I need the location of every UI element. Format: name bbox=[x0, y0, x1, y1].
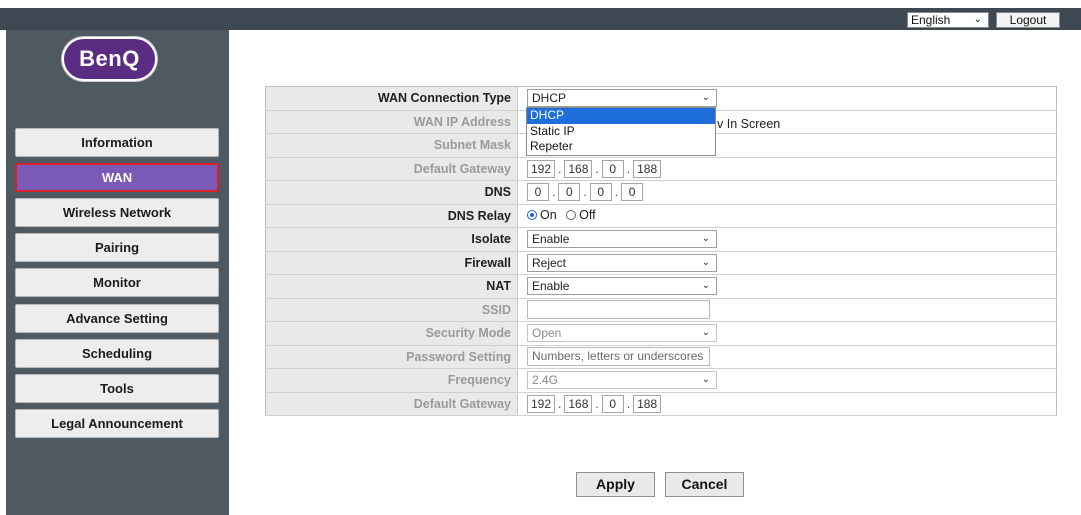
sidebar-item-scheduling[interactable]: Scheduling bbox=[15, 339, 219, 368]
label-frequency: Frequency bbox=[265, 368, 518, 393]
dns-octet-2[interactable]: 0 bbox=[558, 183, 581, 202]
logout-button[interactable]: Logout bbox=[996, 12, 1060, 28]
label-default-gateway: Default Gateway bbox=[265, 157, 518, 181]
sidebar-item-wan[interactable]: WAN bbox=[15, 163, 219, 192]
row-firewall: Firewall Reject ⌄ bbox=[265, 251, 1057, 275]
language-value: English bbox=[911, 13, 951, 27]
nat-select[interactable]: Enable ⌄ bbox=[527, 277, 717, 296]
sidebar-item-information[interactable]: Information bbox=[15, 128, 219, 157]
dns-relay-on-radio[interactable]: On bbox=[527, 208, 557, 222]
dns-octet-4[interactable]: 0 bbox=[621, 183, 644, 202]
sidebar-item-legal-announcement[interactable]: Legal Announcement bbox=[15, 409, 219, 438]
row-frequency: Frequency 2.4G ⌄ bbox=[265, 368, 1057, 393]
wan-connection-type-dropdown[interactable]: DHCP Static IP Repeter bbox=[526, 107, 716, 156]
radio-unchecked-icon bbox=[566, 210, 577, 221]
row-security-mode: Security Mode Open ⌄ bbox=[265, 321, 1057, 346]
gateway2-octet-3[interactable]: 0 bbox=[601, 394, 624, 413]
row-default-gateway-2: Default Gateway 192. 168. 0. 188 bbox=[265, 392, 1057, 416]
wan-connection-type-select[interactable]: DHCP ⌄ bbox=[527, 89, 717, 108]
row-ssid: SSID bbox=[265, 298, 1057, 322]
gateway2-octet-1[interactable]: 192 bbox=[527, 394, 556, 413]
label-nat: NAT bbox=[265, 274, 518, 299]
wan-ip-status-text: v In Screen bbox=[717, 117, 781, 131]
row-password-setting: Password Setting Numbers, letters or und… bbox=[265, 345, 1057, 369]
label-dns-relay: DNS Relay bbox=[265, 204, 518, 228]
sidebar-item-pairing[interactable]: Pairing bbox=[15, 233, 219, 262]
row-isolate: Isolate Enable ⌄ bbox=[265, 227, 1057, 252]
label-default-gateway-2: Default Gateway bbox=[265, 392, 518, 416]
dropdown-option-repeter[interactable]: Repeter bbox=[527, 139, 715, 155]
label-password-setting: Password Setting bbox=[265, 345, 518, 369]
language-select[interactable]: English ⌄ bbox=[907, 12, 989, 28]
label-wan-connection-type: WAN Connection Type bbox=[265, 86, 518, 111]
isolate-select[interactable]: Enable ⌄ bbox=[527, 230, 717, 249]
gateway2-octet-2[interactable]: 168 bbox=[564, 394, 593, 413]
cancel-button[interactable]: Cancel bbox=[665, 472, 744, 497]
label-subnet-mask: Subnet Mask bbox=[265, 133, 518, 158]
password-input[interactable]: Numbers, letters or underscores bbox=[527, 347, 710, 367]
chevron-down-icon: ⌄ bbox=[973, 14, 982, 25]
default-gateway-input[interactable]: 192. 168. 0. 188 bbox=[527, 159, 662, 178]
sidebar-item-tools[interactable]: Tools bbox=[15, 374, 219, 403]
row-nat: NAT Enable ⌄ bbox=[265, 274, 1057, 299]
ssid-input[interactable] bbox=[527, 300, 710, 320]
gateway-octet-2[interactable]: 168 bbox=[564, 159, 593, 178]
dns-octet-1[interactable]: 0 bbox=[527, 183, 549, 202]
benq-logo: BenQ bbox=[62, 37, 157, 81]
dns-input[interactable]: 0. 0. 0. 0 bbox=[527, 183, 644, 202]
dns-relay-off-radio[interactable]: Off bbox=[566, 208, 596, 222]
dropdown-option-dhcp[interactable]: DHCP bbox=[527, 108, 715, 124]
chevron-down-icon: ⌄ bbox=[701, 374, 710, 386]
sidebar-item-advance-setting[interactable]: Advance Setting bbox=[15, 304, 219, 333]
gateway-octet-4[interactable]: 188 bbox=[633, 159, 662, 178]
frequency-select[interactable]: 2.4G ⌄ bbox=[527, 371, 717, 390]
gateway2-octet-4[interactable]: 188 bbox=[633, 394, 662, 413]
radio-checked-icon bbox=[527, 210, 537, 221]
dropdown-option-static-ip[interactable]: Static IP bbox=[527, 124, 715, 140]
firewall-select[interactable]: Reject ⌄ bbox=[527, 253, 717, 272]
default-gateway-2-input[interactable]: 192. 168. 0. 188 bbox=[527, 394, 662, 413]
chevron-down-icon: ⌄ bbox=[701, 327, 710, 339]
wan-connection-type-value: DHCP bbox=[532, 91, 567, 106]
security-mode-select[interactable]: Open ⌄ bbox=[527, 324, 717, 343]
chevron-down-icon: ⌄ bbox=[701, 256, 710, 268]
chevron-down-icon: ⌄ bbox=[701, 280, 710, 292]
gateway-octet-1[interactable]: 192 bbox=[527, 159, 556, 178]
label-security-mode: Security Mode bbox=[265, 321, 518, 346]
label-ssid: SSID bbox=[265, 298, 518, 322]
sidebar-item-monitor[interactable]: Monitor bbox=[15, 268, 219, 297]
gateway-octet-3[interactable]: 0 bbox=[601, 159, 624, 178]
apply-button[interactable]: Apply bbox=[576, 472, 655, 497]
dns-octet-3[interactable]: 0 bbox=[589, 183, 612, 202]
row-dns: DNS 0. 0. 0. 0 bbox=[265, 180, 1057, 205]
chevron-down-icon: ⌄ bbox=[701, 233, 710, 245]
label-firewall: Firewall bbox=[265, 251, 518, 275]
label-wan-ip-address: WAN IP Address bbox=[265, 110, 518, 134]
sidebar-item-wireless-network[interactable]: Wireless Network bbox=[15, 198, 219, 227]
row-dns-relay: DNS Relay On Off bbox=[265, 204, 1057, 228]
label-dns: DNS bbox=[265, 180, 518, 205]
label-isolate: Isolate bbox=[265, 227, 518, 252]
row-default-gateway: Default Gateway 192. 168. 0. 188 bbox=[265, 157, 1057, 181]
chevron-down-icon: ⌄ bbox=[701, 92, 710, 104]
